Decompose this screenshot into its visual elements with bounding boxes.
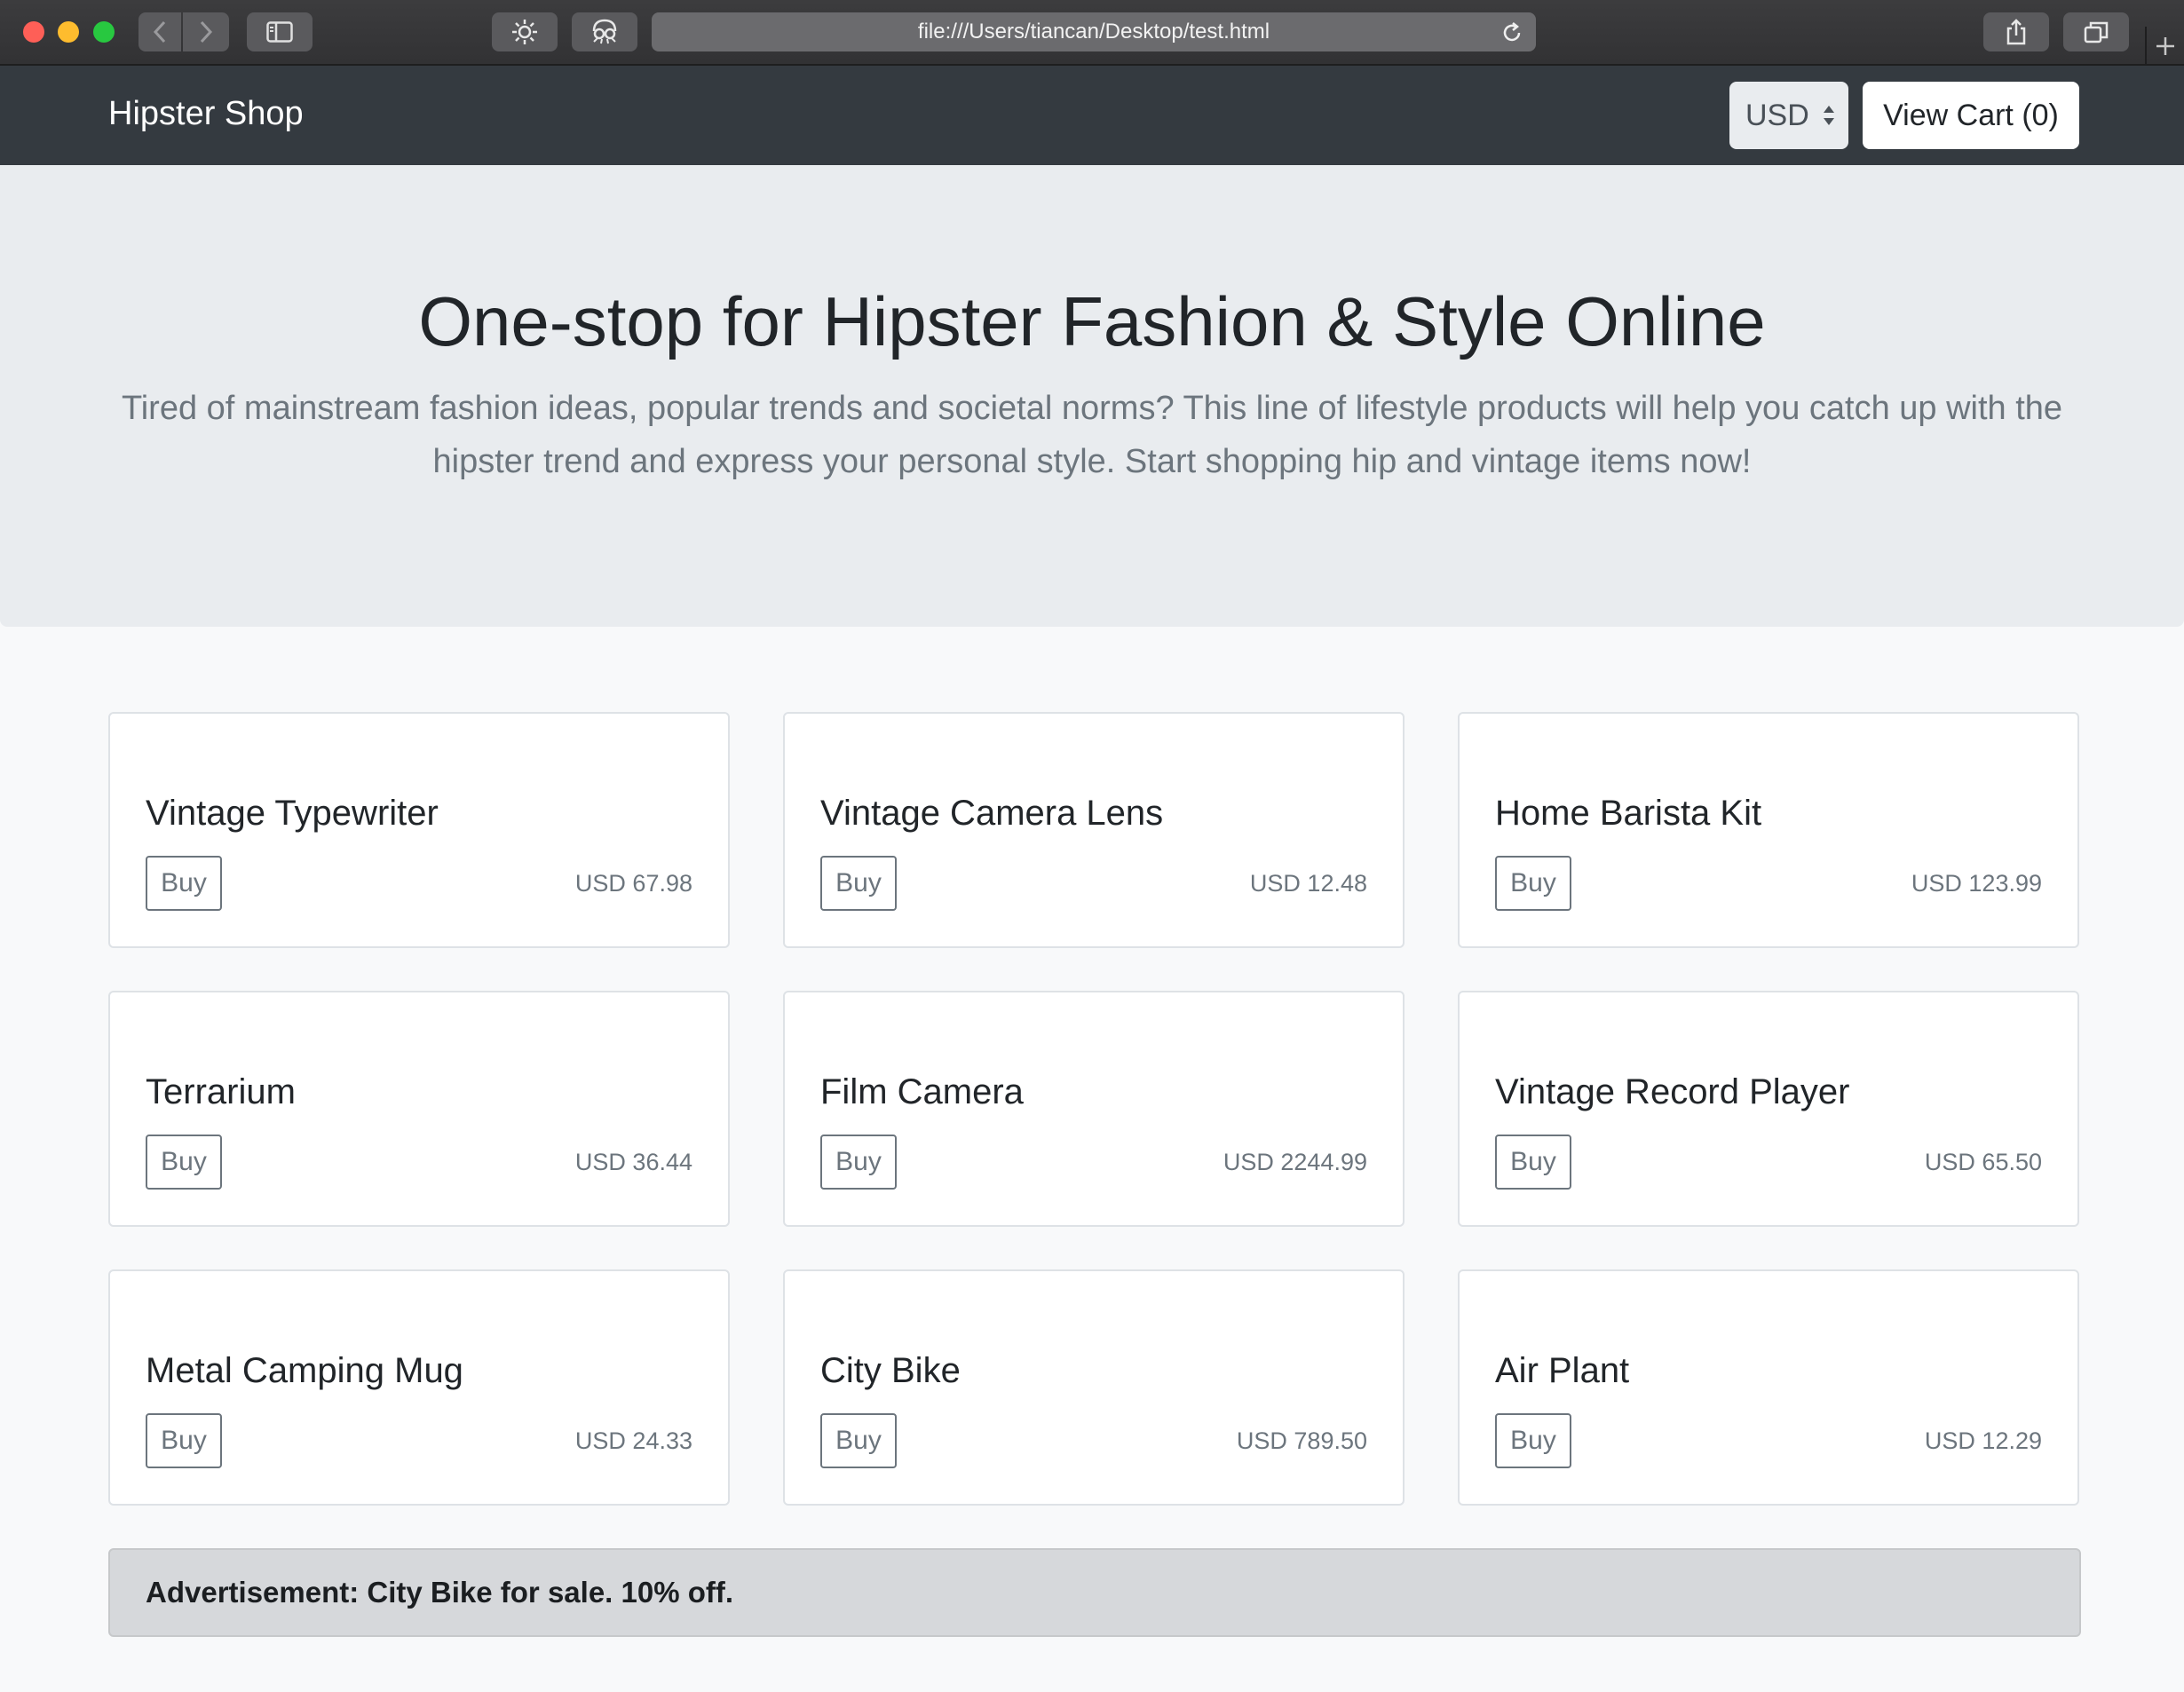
reload-icon[interactable] [1500,21,1523,44]
privacy-report-button[interactable] [572,12,637,51]
product-card: Metal Camping Mug Buy USD 24.33 [108,1269,730,1506]
product-price: USD 67.98 [574,870,692,897]
product-card: Vintage Camera Lens Buy USD 12.48 [783,712,1405,948]
close-window-button[interactable] [23,21,44,43]
product-name: Vintage Record Player [1495,1072,1850,1111]
product-card: Film Camera Buy USD 2244.99 [783,991,1405,1227]
currency-select[interactable]: USD [1729,82,1848,149]
currency-value: USD [1745,98,1809,132]
share-button[interactable] [1983,12,2049,51]
buy-button[interactable]: Buy [146,856,222,911]
site-navbar: Hipster Shop USD View Cart (0) [0,66,2184,165]
buy-button[interactable]: Buy [820,1413,897,1468]
product-card: Air Plant Buy USD 12.29 [1458,1269,2079,1506]
minimize-window-button[interactable] [58,21,79,43]
new-tab-button[interactable] [2145,27,2184,66]
zoom-window-button[interactable] [93,21,115,43]
view-cart-button[interactable]: View Cart (0) [1863,82,2079,149]
product-name: Metal Camping Mug [146,1351,463,1390]
product-price: USD 65.50 [1924,1149,2042,1175]
back-button[interactable] [138,12,181,51]
product-card: Home Barista Kit Buy USD 123.99 [1458,712,2079,948]
product-price: USD 123.99 [1911,870,2042,897]
product-name: Home Barista Kit [1495,794,1762,833]
product-price: USD 2244.99 [1223,1149,1367,1175]
forward-button[interactable] [183,12,229,51]
tabs-icon [2084,21,2109,43]
address-bar[interactable]: file:///Users/tiancan/Desktop/test.html [652,12,1536,51]
hero-description: Tired of mainstream fashion ideas, popul… [121,390,2063,480]
product-name: Vintage Camera Lens [820,794,1164,833]
product-name: Terrarium [146,1072,296,1111]
url-text: file:///Users/tiancan/Desktop/test.html [917,20,1270,43]
hero-title: One-stop for Hipster Fashion & Style Onl… [418,282,1766,360]
browser-toolbar: file:///Users/tiancan/Desktop/test.html [0,0,2184,66]
product-name: Air Plant [1495,1351,1630,1390]
product-card: Vintage Record Player Buy USD 65.50 [1458,991,2079,1227]
tab-overview-button[interactable] [2063,12,2129,51]
buy-button[interactable]: Buy [146,1135,222,1190]
buy-button[interactable]: Buy [146,1413,222,1468]
buy-button[interactable]: Buy [820,1135,897,1190]
appearance-button[interactable] [492,12,558,51]
chevron-right-icon [200,20,213,43]
plus-icon [2156,37,2174,55]
brand-link[interactable]: Hipster Shop [108,92,304,135]
chevron-left-icon [153,20,166,43]
product-card: City Bike Buy USD 789.50 [783,1269,1405,1506]
product-price: USD 12.29 [1924,1427,2042,1454]
sun-icon [512,20,537,44]
product-name: City Bike [820,1351,961,1390]
share-icon [2006,19,2026,45]
product-price: USD 789.50 [1236,1427,1367,1454]
product-name: Film Camera [820,1072,1024,1111]
product-name: Vintage Typewriter [146,794,439,833]
product-card: Vintage Typewriter Buy USD 67.98 [108,712,730,948]
product-price: USD 36.44 [574,1149,692,1175]
hero-section: One-stop for Hipster Fashion & Style Onl… [0,165,2184,627]
select-arrows-icon [1824,106,1834,125]
buy-button[interactable]: Buy [1495,1135,1571,1190]
product-price: USD 24.33 [574,1427,692,1454]
buy-button[interactable]: Buy [1495,1413,1571,1468]
buy-button[interactable]: Buy [820,856,897,911]
product-price: USD 12.48 [1249,870,1367,897]
sidebar-toggle-button[interactable] [247,12,313,51]
advertisement-banner: Advertisement: City Bike for sale. 10% o… [108,1548,2081,1637]
ghost-icon [592,19,617,44]
product-card: Terrarium Buy USD 36.44 [108,991,730,1227]
buy-button[interactable]: Buy [1495,856,1571,911]
sidebar-icon [266,21,293,43]
product-grid: Vintage Typewriter Buy USD 67.98 Vintage… [108,712,2081,1506]
